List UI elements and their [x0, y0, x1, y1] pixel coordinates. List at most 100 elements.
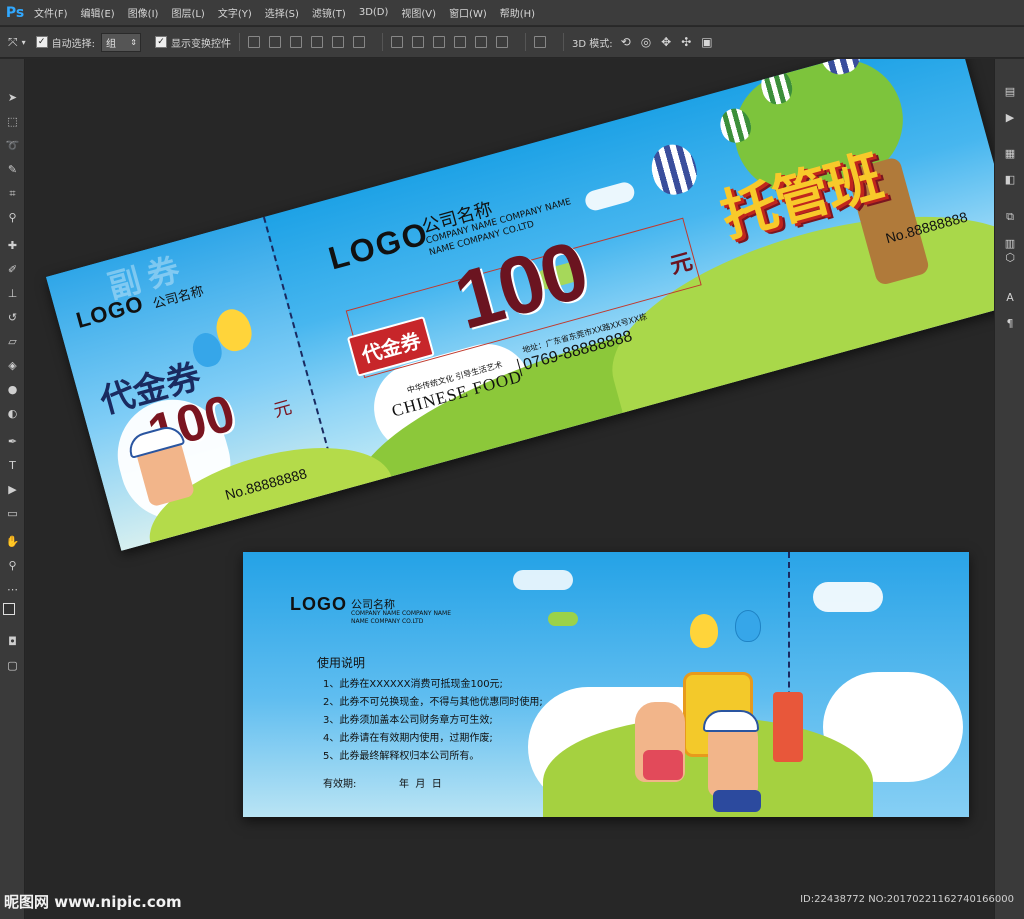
3d-scale-icon[interactable]: ▣	[701, 35, 712, 49]
show-transform-checkbox[interactable]: ✓	[155, 36, 167, 48]
quick-select-tool-icon[interactable]: ✎	[4, 161, 21, 178]
auto-align-icon[interactable]	[534, 36, 546, 48]
site-watermark: 昵图网 www.nipic.com	[4, 893, 182, 911]
adjustments-panel-icon[interactable]: ◧	[1002, 171, 1018, 187]
lasso-tool-icon[interactable]: ➰	[4, 137, 21, 154]
marquee-tool-icon[interactable]: ⬚	[4, 113, 21, 130]
path-select-tool-icon[interactable]: ▶	[4, 481, 21, 498]
more-tools-icon[interactable]: ⋯	[4, 581, 21, 598]
align-top-icon[interactable]	[248, 36, 260, 48]
menu-help[interactable]: 帮助(H)	[500, 5, 535, 20]
brush-tool-icon[interactable]: ✐	[4, 261, 21, 278]
instruction-item: 2、此券不可兑换现金，不得与其他优惠同时使用;	[323, 697, 543, 708]
mode-3d-label: 3D 模式:	[572, 38, 613, 50]
boy-pants	[713, 790, 761, 812]
cloud	[583, 180, 637, 213]
back-company-en2: NAME COMPANY CO.LTD	[351, 618, 424, 625]
align-left-icon[interactable]	[311, 36, 323, 48]
distribute-bottom-icon[interactable]	[433, 36, 445, 48]
screen-mode-icon[interactable]: ▢	[4, 657, 21, 674]
voucher-front: 托管班 LOGO 公司名称 副券 代金券 100 元 No.88888888 L…	[46, 59, 994, 551]
instructions-list: 1、此券在XXXXXX消费可抵现金100元; 2、此券不可兑换现金，不得与其他优…	[323, 676, 543, 766]
align-hcenter-icon[interactable]	[332, 36, 344, 48]
validity-label: 有效期:	[323, 779, 357, 790]
pen-tool-icon[interactable]: ✒	[4, 433, 21, 450]
menu-type[interactable]: 文字(Y)	[218, 5, 252, 20]
actions-panel-icon[interactable]: ▶	[1002, 109, 1018, 125]
menu-image[interactable]: 图像(I)	[128, 5, 159, 20]
align-right-icon[interactable]	[353, 36, 365, 48]
distribute-vcenter-icon[interactable]	[412, 36, 424, 48]
move-tool-icon[interactable]: ⤧	[8, 35, 18, 50]
auto-select-label: 自动选择:	[51, 38, 95, 50]
cloud	[513, 570, 573, 590]
rectangle-tool-icon[interactable]: ▭	[4, 505, 21, 522]
boy-cap	[703, 710, 759, 732]
menu-3d[interactable]: 3D(D)	[359, 7, 389, 18]
show-transform-label: 显示变换控件	[171, 38, 231, 50]
layers-panel-icon[interactable]: ⧉	[1002, 209, 1018, 225]
tools-panel: ➤ ⬚ ➰ ✎ ⌗ ⚲ ✚ ✐ ⊥ ↺ ▱ ◈ ● ◐ ✒ T ▶ ▭ ✋ ⚲ …	[0, 59, 25, 919]
history-brush-tool-icon[interactable]: ↺	[4, 309, 21, 326]
align-bottom-icon[interactable]	[290, 36, 302, 48]
menu-file[interactable]: 文件(F)	[34, 5, 68, 20]
dodge-tool-icon[interactable]: ◐	[4, 405, 21, 422]
paint-bucket-tool-icon[interactable]: ◈	[4, 357, 21, 374]
3d-pan-icon[interactable]: ✥	[661, 35, 671, 49]
divider	[563, 33, 564, 51]
menu-edit[interactable]: 编辑(E)	[81, 5, 115, 20]
voucher-back: LOGO 公司名称 COMPANY NAME COMPANY NAME NAME…	[243, 552, 969, 817]
character-panel-icon[interactable]: A	[1002, 289, 1018, 305]
instructions-title: 使用说明	[317, 656, 366, 670]
eraser-tool-icon[interactable]: ▱	[4, 333, 21, 350]
type-tool-icon[interactable]: T	[4, 457, 21, 474]
divider	[239, 33, 240, 51]
healing-brush-tool-icon[interactable]: ✚	[4, 237, 21, 254]
3d-rotate-icon[interactable]: ⟲	[621, 35, 631, 49]
options-bar: ⤧ ▾ ✓ 自动选择: 组 ⇕ ✓ 显示变换控件 3D 模式: ⟲ ◎ ✥ ✣ …	[0, 27, 1024, 58]
quick-mask-icon[interactable]: ◘	[4, 633, 21, 650]
paragraph-panel-icon[interactable]: ¶	[1002, 315, 1018, 331]
yellow-balloon	[690, 614, 718, 648]
3d-slide-icon[interactable]: ✣	[681, 35, 691, 49]
crayon	[773, 692, 803, 762]
instruction-item: 5、此券最终解释权归本公司所有。	[323, 751, 480, 762]
hot-air-balloon	[646, 139, 702, 200]
distribute-top-icon[interactable]	[391, 36, 403, 48]
crop-tool-icon[interactable]: ⌗	[4, 185, 21, 202]
menu-view[interactable]: 视图(V)	[401, 5, 436, 20]
main-logo: LOGO	[324, 214, 433, 277]
menu-window[interactable]: 窗口(W)	[449, 5, 487, 20]
instruction-item: 1、此券在XXXXXX消费可抵现金100元;	[323, 679, 503, 690]
girl-dress	[643, 750, 683, 780]
menu-layer[interactable]: 图层(L)	[171, 5, 204, 20]
zoom-tool-icon[interactable]: ⚲	[4, 557, 21, 574]
move-tool-icon[interactable]: ➤	[4, 89, 21, 106]
small-cloud-green	[548, 612, 578, 626]
photoshop-window: Ps 文件(F) 编辑(E) 图像(I) 图层(L) 文字(Y) 选择(S) 滤…	[0, 0, 1024, 919]
align-vcenter-icon[interactable]	[269, 36, 281, 48]
distribute-hcenter-icon[interactable]	[475, 36, 487, 48]
eyedropper-tool-icon[interactable]: ⚲	[4, 209, 21, 226]
right-panel-dock: ▤ ▶ ▦ ◧ ⧉ ▥ ⬡ A ¶	[994, 59, 1024, 919]
chevron-down-icon[interactable]: ▾	[22, 38, 26, 47]
clone-stamp-tool-icon[interactable]: ⊥	[4, 285, 21, 302]
blur-tool-icon[interactable]: ●	[4, 381, 21, 398]
document-canvas[interactable]: LOGO 公司名称 COMPANY NAME COMPANY NAME NAME…	[26, 59, 994, 919]
foreground-color-swatch[interactable]	[3, 603, 15, 615]
hand-tool-icon[interactable]: ✋	[4, 533, 21, 550]
auto-select-checkbox[interactable]: ✓	[35, 36, 48, 48]
menu-bar: Ps 文件(F) 编辑(E) 图像(I) 图层(L) 文字(Y) 选择(S) 滤…	[0, 0, 1024, 26]
distribute-right-icon[interactable]	[496, 36, 508, 48]
menu-select[interactable]: 选择(S)	[265, 5, 299, 20]
history-panel-icon[interactable]: ▤	[1002, 83, 1018, 99]
3d-roll-icon[interactable]: ◎	[641, 35, 651, 49]
distribute-left-icon[interactable]	[454, 36, 466, 48]
cloud	[813, 582, 883, 612]
auto-select-dropdown[interactable]: 组 ⇕	[101, 32, 141, 52]
divider	[382, 33, 383, 51]
menu-filter[interactable]: 滤镜(T)	[312, 5, 346, 20]
properties-panel-icon[interactable]: ▦	[1002, 145, 1018, 161]
blue-balloon	[735, 610, 761, 642]
paths-panel-icon[interactable]: ⬡	[1002, 249, 1018, 265]
